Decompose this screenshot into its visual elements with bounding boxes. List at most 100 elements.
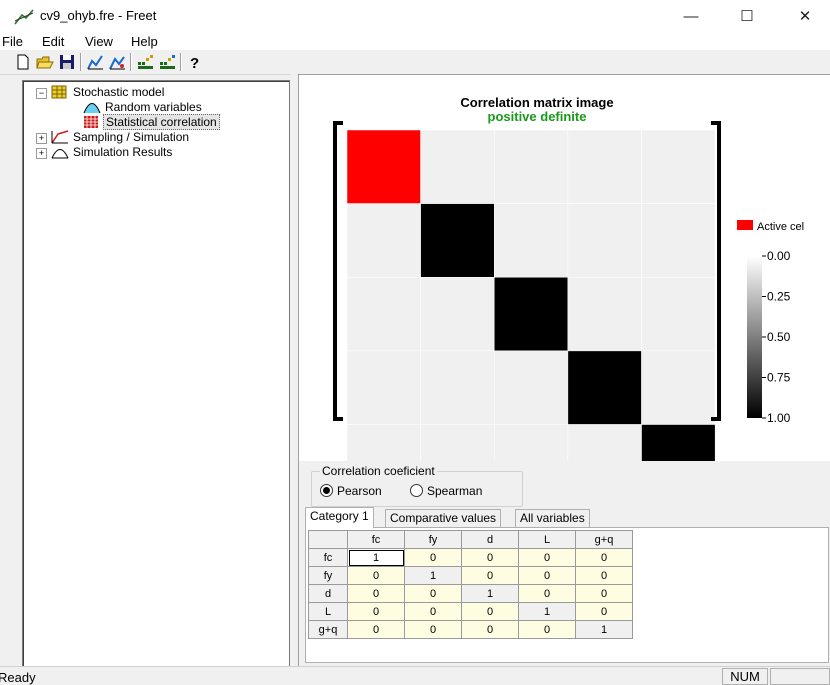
- heatmap-cell[interactable]: [420, 350, 495, 425]
- table-cell[interactable]: 1: [518, 602, 576, 621]
- tab-comparative-values[interactable]: Comparative values: [385, 509, 502, 527]
- heatmap-cell[interactable]: [567, 277, 642, 352]
- row-header[interactable]: d: [308, 584, 348, 603]
- table-cell[interactable]: 0: [461, 566, 519, 585]
- help-icon[interactable]: ?: [186, 53, 204, 72]
- minimize-button[interactable]: —: [668, 4, 714, 30]
- table-cell[interactable]: 0: [404, 620, 462, 639]
- table-cell[interactable]: 0: [404, 548, 462, 567]
- table-cell[interactable]: 1: [347, 548, 405, 567]
- table-cell[interactable]: 0: [575, 548, 633, 567]
- column-header[interactable]: fc: [347, 530, 405, 549]
- table-cell[interactable]: 0: [518, 620, 576, 639]
- heatmap-cell[interactable]: [494, 129, 569, 204]
- model-icon: [51, 85, 67, 99]
- table-cell[interactable]: 0: [518, 548, 576, 567]
- expand-icon[interactable]: +: [36, 133, 47, 144]
- heatmap-cell[interactable]: [567, 424, 642, 499]
- colorbar-tick-label: 0.25: [767, 290, 791, 304]
- table-cell[interactable]: 1: [575, 620, 633, 639]
- menu-view[interactable]: View: [85, 34, 113, 49]
- row-header[interactable]: fy: [308, 566, 348, 585]
- heatmap-cell[interactable]: [641, 277, 716, 352]
- grid-corner: [308, 530, 348, 549]
- table-cell[interactable]: 0: [347, 602, 405, 621]
- new-icon[interactable]: [14, 53, 32, 71]
- table-cell[interactable]: 0: [461, 620, 519, 639]
- radio-pearson[interactable]: Pearson: [320, 484, 382, 498]
- heatmap-cell[interactable]: [346, 424, 421, 499]
- row-header[interactable]: L: [308, 602, 348, 621]
- table-cell[interactable]: 1: [404, 566, 462, 585]
- heatmap-cell[interactable]: [494, 424, 569, 499]
- heatmap-cell[interactable]: [494, 203, 569, 278]
- toolbar-separator: [180, 53, 182, 71]
- maximize-button[interactable]: ☐: [724, 4, 770, 30]
- save-icon[interactable]: [58, 53, 76, 71]
- heatmap-cell[interactable]: [641, 424, 716, 499]
- table-cell[interactable]: 0: [347, 584, 405, 603]
- row-header[interactable]: g+q: [308, 620, 348, 639]
- radio-spearman[interactable]: Spearman: [410, 484, 482, 498]
- heatmap-cell[interactable]: [420, 129, 495, 204]
- toolbar: ?: [0, 50, 830, 75]
- tab-category-1[interactable]: Category 1: [305, 507, 374, 528]
- tab-all-variables[interactable]: All variables: [515, 509, 590, 527]
- chart-icon[interactable]: [86, 53, 104, 71]
- row-header[interactable]: fc: [308, 548, 348, 567]
- expand-icon[interactable]: +: [36, 148, 47, 159]
- heatmap-cell[interactable]: [420, 203, 495, 278]
- model-tree[interactable]: − Stochastic model Random variables Stat…: [22, 80, 290, 667]
- chart-edit-icon[interactable]: [108, 53, 126, 71]
- heatmap-cell[interactable]: [567, 129, 642, 204]
- table-cell[interactable]: 0: [347, 566, 405, 585]
- heatmap-cell[interactable]: [494, 277, 569, 352]
- table-cell[interactable]: 1: [461, 584, 519, 603]
- collapse-icon[interactable]: −: [36, 88, 47, 99]
- column-header[interactable]: d: [461, 530, 519, 549]
- table-cell[interactable]: 0: [347, 620, 405, 639]
- heatmap-cell[interactable]: [641, 350, 716, 425]
- heatmap-cell[interactable]: [494, 350, 569, 425]
- matrix-edit-icon[interactable]: [158, 53, 176, 71]
- colorbar: [747, 256, 762, 418]
- heatmap-cell[interactable]: [420, 424, 495, 499]
- sampling-icon: [51, 130, 69, 144]
- column-header[interactable]: fy: [404, 530, 462, 549]
- table-row: fy 0 1 0 0 0: [308, 566, 633, 585]
- table-cell[interactable]: 0: [461, 548, 519, 567]
- column-header[interactable]: L: [518, 530, 576, 549]
- menu-file[interactable]: File: [2, 34, 23, 49]
- heatmap-cell[interactable]: [567, 350, 642, 425]
- heatmap-cell[interactable]: [641, 203, 716, 278]
- heatmap-cell[interactable]: [346, 277, 421, 352]
- status-text: Ready: [0, 670, 36, 685]
- svg-text:?: ?: [190, 55, 199, 71]
- menu-help[interactable]: Help: [131, 34, 158, 49]
- table-cell[interactable]: 0: [404, 584, 462, 603]
- table-cell[interactable]: 0: [575, 566, 633, 585]
- pane-splitter[interactable]: [291, 74, 297, 664]
- open-icon[interactable]: [36, 53, 54, 71]
- table-cell[interactable]: 0: [518, 566, 576, 585]
- matrix-icon[interactable]: [136, 53, 154, 71]
- heatmap-cell[interactable]: [420, 277, 495, 352]
- left-bracket: [333, 121, 343, 421]
- column-header[interactable]: g+q: [575, 530, 633, 549]
- num-lock-indicator: NUM: [722, 668, 768, 685]
- table-cell[interactable]: 0: [575, 602, 633, 621]
- table-cell[interactable]: 0: [575, 584, 633, 603]
- menu-edit[interactable]: Edit: [42, 34, 64, 49]
- correlation-grid[interactable]: fc fy d L g+q fc 1 0 0 0 0 fy 0 1 0 0 0: [308, 530, 633, 639]
- heatmap-cell[interactable]: [641, 129, 716, 204]
- heatmap-cell[interactable]: [567, 203, 642, 278]
- heatmap-cell[interactable]: [346, 203, 421, 278]
- heatmap-active-cell[interactable]: [346, 129, 421, 204]
- table-cell[interactable]: 0: [518, 584, 576, 603]
- table-cell[interactable]: 0: [461, 602, 519, 621]
- close-button[interactable]: ✕: [782, 4, 828, 30]
- heatmap-cell[interactable]: [346, 350, 421, 425]
- colorbar-tick-label: 0.75: [767, 371, 791, 385]
- table-cell[interactable]: 0: [404, 602, 462, 621]
- status-bar: Ready NUM: [0, 666, 830, 685]
